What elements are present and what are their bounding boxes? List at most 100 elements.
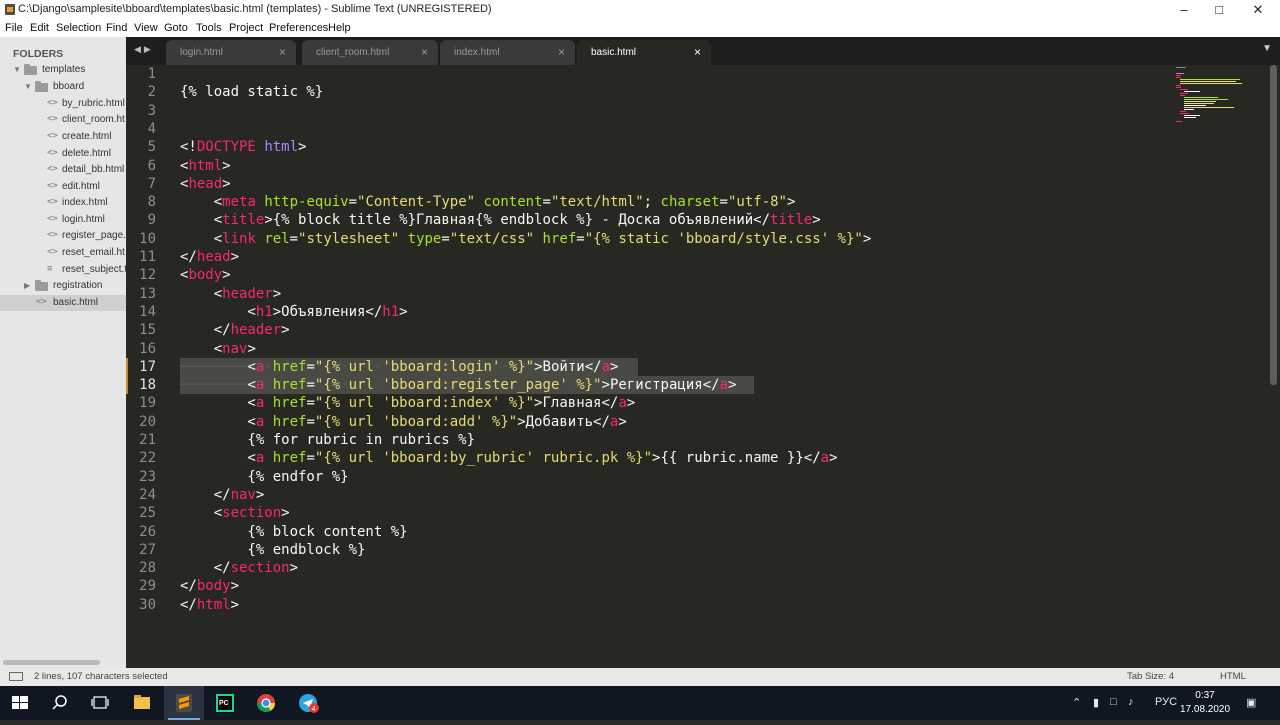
menu-file[interactable]: File	[5, 22, 23, 34]
file-item[interactable]: <> edit.html	[0, 179, 126, 195]
vertical-scrollbar[interactable]	[1270, 65, 1277, 385]
file-label: basic.html	[53, 297, 99, 308]
line-number: 24	[139, 486, 156, 503]
clock[interactable]: 0:37 17.08.2020	[1180, 689, 1230, 717]
folder-templates[interactable]: ▼ templates	[0, 62, 126, 78]
file-item[interactable]: <> reset_email.ht	[0, 245, 126, 261]
collapse-arrow-icon[interactable]: ▶	[24, 281, 30, 290]
file-item[interactable]: <> client_room.ht	[0, 112, 126, 128]
menu-bar: File Edit Selection Find View Goto Tools…	[0, 19, 1280, 37]
search-button[interactable]	[40, 686, 80, 720]
file-item[interactable]: <> delete.html	[0, 146, 126, 162]
notifications-icon[interactable]: ▣	[1246, 696, 1256, 709]
folder-bboard[interactable]: ▼ bboard	[0, 79, 126, 95]
file-item[interactable]: <> index.html	[0, 195, 126, 211]
volume-icon[interactable]: ♪	[1128, 696, 1134, 708]
selection-status: 2 lines, 107 characters selected	[34, 671, 168, 682]
file-explorer-button[interactable]	[122, 686, 162, 720]
panel-toggle-icon[interactable]	[9, 672, 23, 681]
close-tab-icon[interactable]: ×	[421, 45, 428, 59]
tab-login[interactable]: login.html ×	[166, 40, 296, 65]
menu-edit[interactable]: Edit	[30, 22, 49, 34]
file-item[interactable]: ≡ reset_subject.t	[0, 262, 126, 278]
file-item[interactable]: <> detail_bb.html	[0, 162, 126, 178]
file-label: create.html	[62, 131, 112, 142]
sidebar: FOLDERS ▼ templates ▼ bboard <> by_rubric…	[0, 37, 126, 668]
battery-icon[interactable]: ▮	[1093, 696, 1099, 709]
code-line: </head>	[180, 249, 240, 265]
show-hidden-icons-icon[interactable]: ⌃	[1072, 696, 1081, 709]
code-editor[interactable]: 1 2 3 4 5 6 7 8 9 10 11 12 13 14 15 16 17 18 19 20 21 22 23 24 2…	[126, 65, 1280, 668]
code-line: </html>	[180, 596, 240, 613]
line-number: 6	[147, 157, 156, 174]
code-line: <link rel="stylesheet" type="text/css" h…	[180, 230, 872, 247]
menu-help[interactable]: Help	[328, 22, 351, 34]
code-line: <a href="{% url 'bboard:add' %}">Добавит…	[180, 413, 627, 430]
tab-dropdown-icon[interactable]: ▼	[1262, 43, 1272, 54]
file-item-basic[interactable]: <> basic.html	[0, 295, 126, 311]
menu-tools[interactable]: Tools	[196, 22, 222, 34]
network-icon[interactable]: □	[1110, 696, 1117, 708]
chrome-button[interactable]	[246, 686, 286, 720]
line-number: 17	[139, 358, 156, 375]
expand-arrow-icon[interactable]: ▼	[13, 65, 21, 74]
line-number: 20	[139, 413, 156, 430]
menu-project[interactable]: Project	[229, 22, 263, 34]
windows-taskbar: PC 4 ⌃ ▮ □ ♪ РУС 0:37 17.08.2020 ▣	[0, 686, 1280, 720]
language-indicator[interactable]: РУС	[1155, 696, 1177, 708]
tab-index[interactable]: index.html ×	[440, 40, 575, 65]
start-button[interactable]	[0, 686, 40, 720]
code-line-selected: ────────<a·href="{%·url·'bboard:register…	[180, 377, 737, 394]
tab-label: basic.html	[591, 47, 637, 58]
close-tab-icon[interactable]: ×	[279, 45, 286, 59]
text-file-icon: ≡	[47, 264, 53, 274]
pycharm-button[interactable]: PC	[205, 686, 245, 720]
tab-bar: ◀▶ login.html × client_room.html × index…	[126, 37, 1280, 65]
minimize-icon[interactable]: –	[1166, 0, 1202, 19]
code-line: {% block content %}	[180, 523, 408, 540]
tab-nav-arrows-icon[interactable]: ◀▶	[134, 44, 154, 55]
file-item[interactable]: <> login.html	[0, 212, 126, 228]
menu-selection[interactable]: Selection	[56, 22, 101, 34]
telegram-icon: 4	[299, 694, 319, 713]
code-file-icon: <>	[47, 114, 58, 124]
syntax-selector[interactable]: HTML	[1220, 671, 1246, 682]
file-item[interactable]: <> create.html	[0, 129, 126, 145]
close-tab-icon[interactable]: ×	[694, 45, 701, 59]
search-icon	[52, 695, 67, 710]
menu-find[interactable]: Find	[106, 22, 127, 34]
menu-view[interactable]: View	[134, 22, 158, 34]
telegram-button[interactable]: 4	[288, 686, 328, 720]
task-view-button[interactable]	[80, 686, 120, 720]
file-item[interactable]: <> by_rubric.html	[0, 96, 126, 112]
menu-goto[interactable]: Goto	[164, 22, 188, 34]
tab-client-room[interactable]: client_room.html ×	[302, 40, 438, 65]
tab-basic[interactable]: basic.html ×	[577, 40, 711, 65]
window-title: C:\Django\samplesite\bboard\templates\ba…	[18, 3, 492, 15]
tab-size-selector[interactable]: Tab Size: 4	[1127, 671, 1174, 682]
selection-gutter-marker	[126, 376, 128, 395]
sidebar-scrollbar[interactable]	[3, 660, 100, 665]
menu-preferences[interactable]: Preferences	[269, 22, 328, 34]
maximize-icon[interactable]: □	[1201, 0, 1237, 19]
file-item[interactable]: <> register_page.	[0, 228, 126, 244]
code-line: <header>	[180, 285, 282, 302]
line-number: 9	[147, 212, 156, 229]
line-number: 23	[139, 468, 156, 485]
line-number: 1	[147, 66, 156, 82]
code-file-icon: <>	[47, 214, 58, 224]
expand-arrow-icon[interactable]: ▼	[24, 82, 32, 91]
file-label: client_room.ht	[62, 114, 125, 125]
folder-registration[interactable]: ▶ registration	[0, 278, 126, 294]
sublime-text-button[interactable]	[164, 686, 204, 720]
close-icon[interactable]: ✕	[1240, 0, 1276, 19]
code-file-icon: <>	[47, 247, 58, 257]
selection-gutter-marker	[126, 357, 128, 377]
code-file-icon: <>	[47, 181, 58, 191]
tab-label: client_room.html	[316, 47, 390, 58]
close-tab-icon[interactable]: ×	[558, 45, 565, 59]
code-line: <meta http-equiv="Content-Type" content=…	[180, 194, 796, 211]
code-line: <section>	[180, 505, 290, 522]
minimap[interactable]	[1172, 65, 1252, 125]
clock-time: 0:37	[1195, 690, 1215, 701]
